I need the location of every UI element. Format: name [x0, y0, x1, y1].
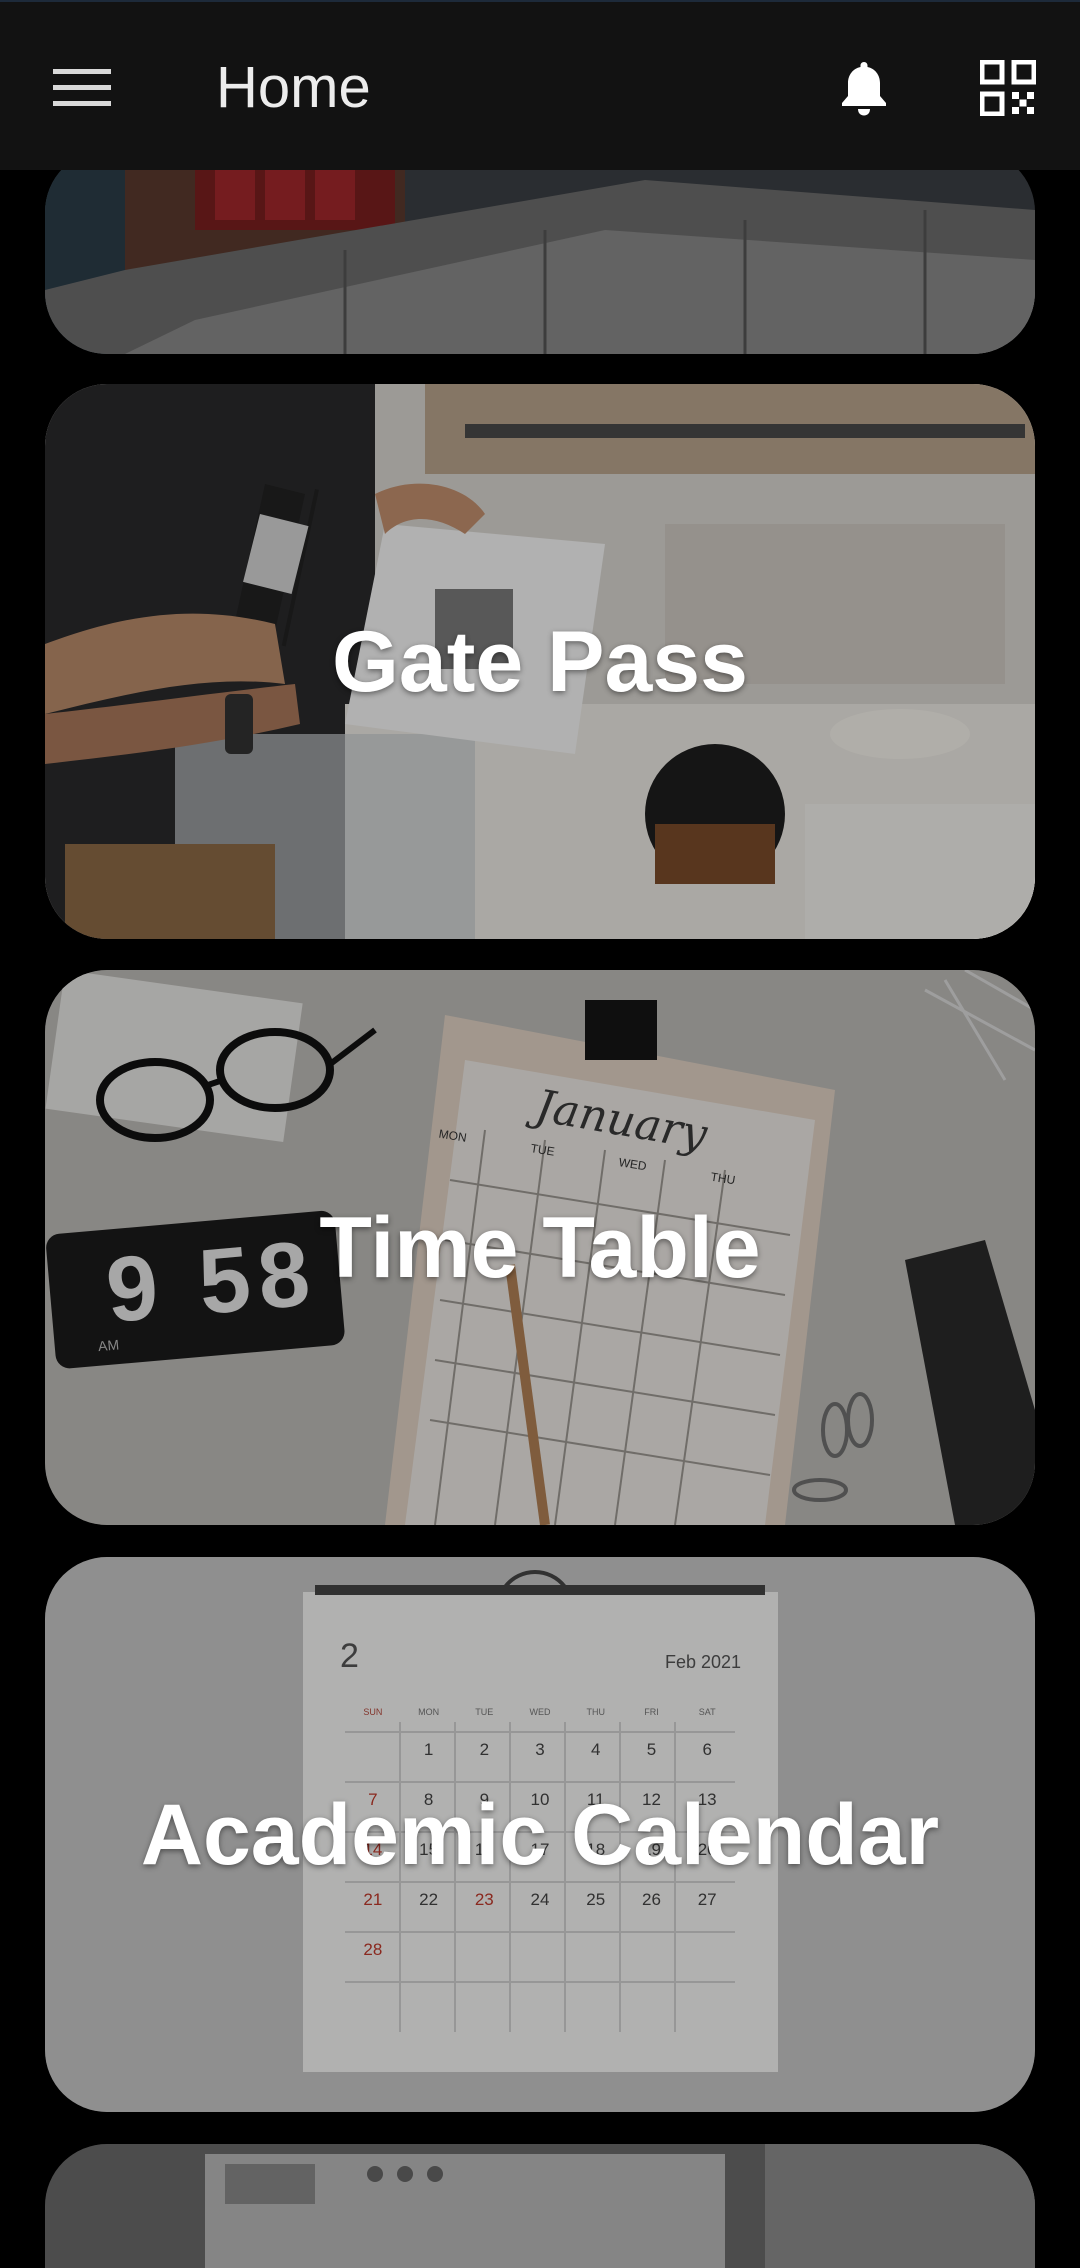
gate-pass-card[interactable]: Gate Pass — [45, 384, 1035, 939]
qr-code-icon — [980, 60, 1036, 116]
academic-calendar-card[interactable]: 2 Feb 2021 SUN MON TUE WED THU FRI SAT 1… — [45, 1557, 1035, 2112]
academic-calendar-label: Academic Calendar — [140, 1786, 940, 1883]
hamburger-menu-icon — [53, 69, 111, 106]
home-card-partial-top[interactable] — [45, 150, 1035, 354]
app-bar: Home — [0, 0, 1080, 170]
notifications-button[interactable] — [828, 52, 900, 124]
gate-pass-label: Gate Pass — [332, 613, 748, 710]
page-title: Home — [216, 55, 371, 120]
home-screen: Home Gate Pass 9 58 AM January MON TUE W… — [0, 0, 1080, 2268]
card-overlay — [45, 150, 1035, 354]
qr-code-button[interactable] — [972, 52, 1044, 124]
menu-button[interactable] — [46, 52, 118, 124]
card-overlay — [45, 2144, 1035, 2268]
bell-icon — [842, 62, 886, 116]
home-card-partial-bottom[interactable] — [45, 2144, 1035, 2268]
time-table-card[interactable]: 9 58 AM January MON TUE WED THU Time Tab… — [45, 970, 1035, 1525]
time-table-label: Time Table — [319, 1199, 761, 1296]
